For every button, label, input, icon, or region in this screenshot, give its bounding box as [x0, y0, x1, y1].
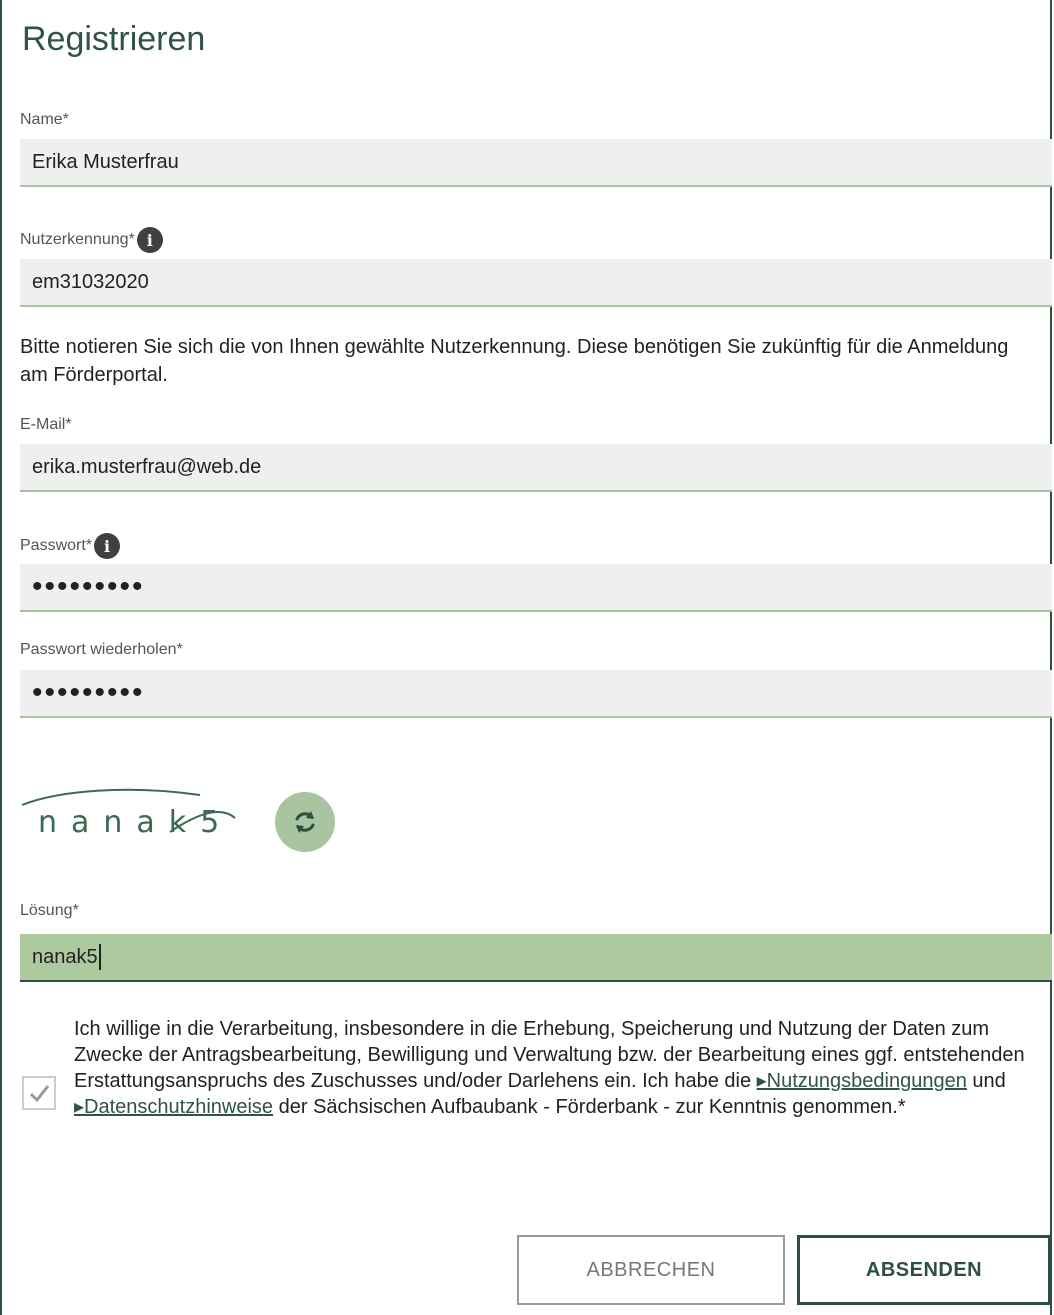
consent-text: Ich willige in die Verarbeitung, insbeso…: [74, 1016, 1049, 1120]
info-icon[interactable]: i: [94, 533, 121, 559]
username-input[interactable]: em31032020: [20, 259, 1052, 307]
name-label-text: Name*: [20, 111, 69, 128]
captcha-image: nanak5: [20, 760, 280, 840]
password-label: Passwort* i: [20, 533, 121, 559]
captcha-refresh-button[interactable]: [275, 792, 335, 852]
solution-input[interactable]: nanak5: [20, 934, 1052, 982]
refresh-icon: [295, 811, 315, 833]
consent-checkbox[interactable]: [22, 1076, 56, 1110]
consent-text-part-2: und: [966, 1070, 1006, 1092]
password-input[interactable]: •••••••••: [20, 564, 1052, 612]
cancel-button[interactable]: ABBRECHEN: [517, 1235, 785, 1305]
username-label: Nutzerkennung* i: [20, 227, 163, 253]
info-icon[interactable]: i: [136, 227, 163, 253]
solution-label: Lösung*: [20, 902, 79, 920]
email-input-value: erika.musterfrau@web.de: [32, 455, 262, 478]
email-label: E-Mail*: [20, 416, 72, 434]
name-label: Name*: [20, 111, 69, 129]
email-label-text: E-Mail*: [20, 416, 72, 433]
page-title: Registrieren: [22, 20, 206, 58]
checkmark-icon: [29, 1085, 50, 1103]
username-input-value: em31032020: [32, 270, 149, 293]
name-input-value: Erika Musterfrau: [32, 150, 179, 173]
captcha-graphic: nanak5: [21, 788, 236, 840]
privacy-link[interactable]: ▸Datenschutzhinweise: [74, 1096, 273, 1118]
username-label-text: Nutzerkennung*: [20, 231, 135, 248]
name-input[interactable]: Erika Musterfrau: [20, 139, 1052, 187]
text-caret: [98, 944, 101, 970]
password-repeat-label: Passwort wiederholen*: [20, 641, 183, 659]
solution-label-text: Lösung*: [20, 902, 79, 919]
consent-text-part-3: der Sächsischen Aufbaubank - Förderbank …: [273, 1096, 906, 1118]
password-label-text: Passwort*: [20, 537, 93, 554]
password-input-value: •••••••••: [32, 570, 145, 603]
password-repeat-input[interactable]: •••••••••: [20, 670, 1052, 718]
password-repeat-label-text: Passwort wiederholen*: [20, 641, 183, 658]
captcha-text: nanak5: [38, 805, 233, 840]
username-note: Bitte notieren Sie sich die von Ihnen ge…: [20, 336, 1009, 386]
terms-link[interactable]: ▸Nutzungsbedingungen: [757, 1070, 967, 1092]
solution-input-value: nanak5: [32, 945, 98, 968]
email-input[interactable]: erika.musterfrau@web.de: [20, 444, 1052, 492]
submit-button[interactable]: ABSENDEN: [797, 1235, 1051, 1305]
password-repeat-input-value: •••••••••: [32, 676, 145, 709]
